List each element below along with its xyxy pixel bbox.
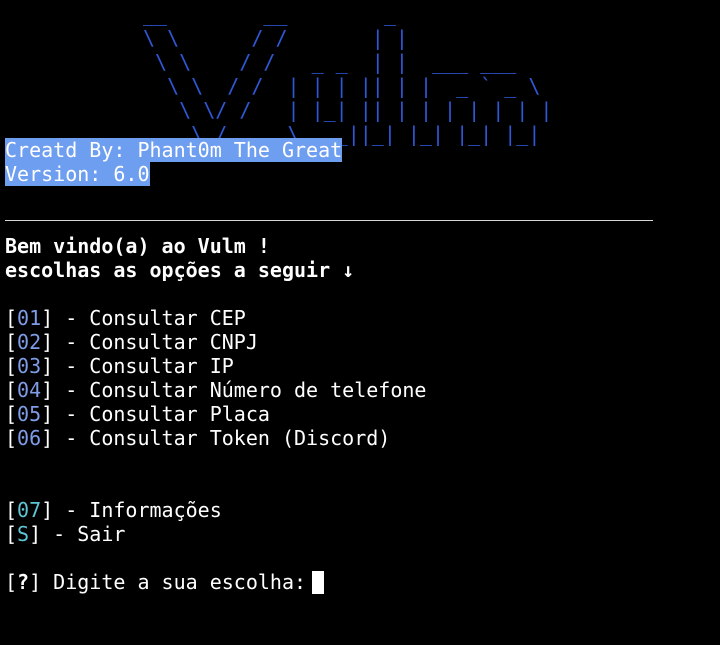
ascii-logo-vulm: __ __ _ \ \ / / | | \ \ / / _ _ | | ___ … [143,2,553,146]
menu-item-number: S [17,522,30,546]
menu-item-ip[interactable]: [03] - Consultar IP [5,354,234,378]
menu-item-label: ] - Informações [41,498,222,522]
menu-item-label: ] - Consultar Token (Discord) [41,426,391,450]
menu-item-telefone[interactable]: [04] - Consultar Número de telefone [5,378,426,402]
menu-item-number: 04 [17,378,42,402]
menu-item-informacoes[interactable]: [07] - Informações [5,498,222,522]
credits-version-text: Version: 6.0 [5,162,150,186]
menu-item-number: 02 [17,330,42,354]
menu-item-label: ] - Consultar Placa [41,402,270,426]
menu-item-placa[interactable]: [05] - Consultar Placa [5,402,270,426]
credits-author: Creatd By: Phant0m The Great [5,138,343,162]
menu-item-number: 07 [17,498,42,522]
separator-line [5,220,653,221]
menu-item-label: ] - Consultar CEP [41,306,246,330]
menu-item-sair[interactable]: [S] - Sair [5,522,125,546]
menu-item-label: ] - Consultar CNPJ [41,330,258,354]
welcome-subtitle: escolhas as opções a seguir ↓ [5,258,355,282]
menu-item-number: 06 [17,426,42,450]
menu-item-label: ] - Consultar Número de telefone [41,378,427,402]
prompt-question-mark: ? [17,570,30,594]
text-cursor[interactable] [312,571,325,594]
menu-item-number: 03 [17,354,42,378]
menu-item-cnpj[interactable]: [02] - Consultar CNPJ [5,330,258,354]
choice-prompt[interactable]: [?] Digite a sua escolha: [5,570,325,594]
menu-item-number: 01 [17,306,42,330]
menu-item-token-discord[interactable]: [06] - Consultar Token (Discord) [5,426,390,450]
welcome-title: Bem vindo(a) ao Vulm ! [5,234,270,258]
menu-item-number: 05 [17,402,42,426]
menu-item-cep[interactable]: [01] - Consultar CEP [5,306,246,330]
prompt-text: ] Digite a sua escolha: [29,570,307,594]
credits-author-text: Creatd By: Phant0m The Great [5,138,343,162]
credits-version: Version: 6.0 [5,162,150,186]
menu-item-label: ] - Sair [29,522,126,546]
menu-item-label: ] - Consultar IP [41,354,234,378]
terminal-window[interactable]: __ __ _ \ \ / / | | \ \ / / _ _ | | ___ … [0,0,720,645]
